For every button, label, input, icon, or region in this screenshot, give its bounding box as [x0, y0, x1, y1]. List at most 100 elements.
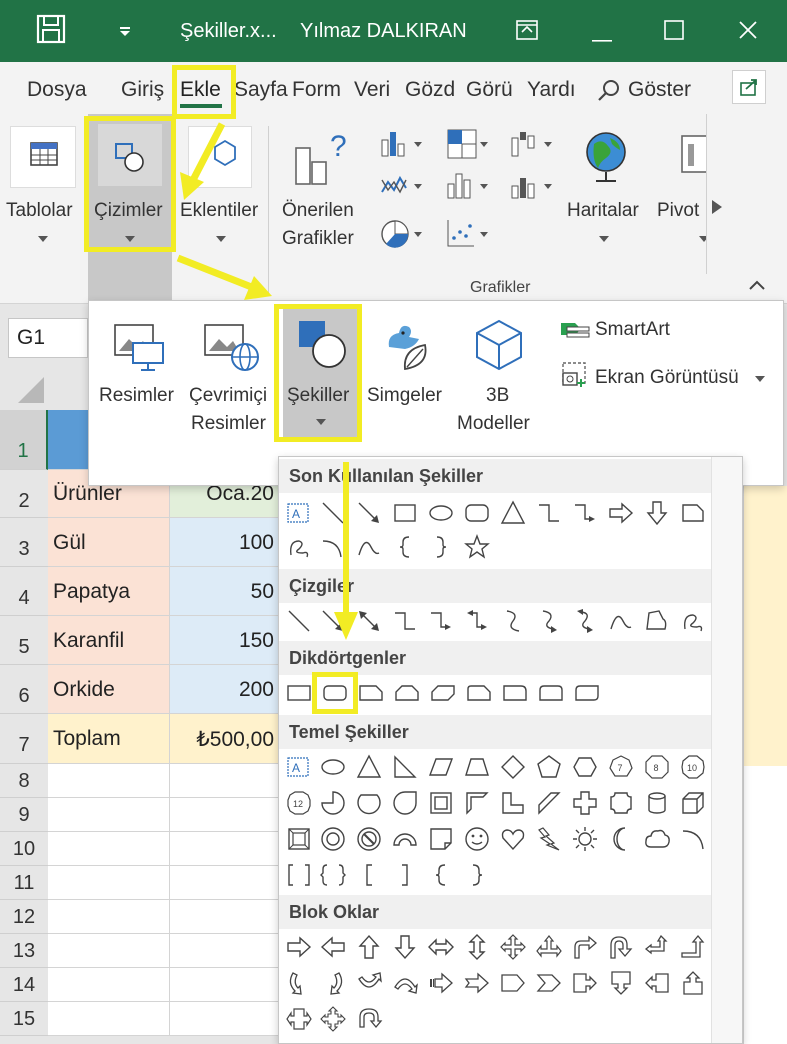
arrow-striped-right[interactable]	[427, 969, 455, 997]
row-header-9[interactable]: 9	[0, 798, 48, 832]
cell-empty[interactable]	[48, 764, 170, 798]
gallery-scrollbar[interactable]	[711, 457, 742, 1043]
arrow-bent-up[interactable]	[679, 933, 707, 961]
shape-arc[interactable]	[319, 533, 347, 561]
cevrimici-label-2[interactable]: Resimler	[191, 413, 266, 435]
arrow-callout-down[interactable]	[607, 969, 635, 997]
basic-trapezoid[interactable]	[463, 753, 491, 781]
basic-moon-icon[interactable]	[607, 825, 635, 853]
rect-snip-diagonal[interactable]	[429, 679, 457, 707]
basic-textbox[interactable]: A	[285, 753, 313, 781]
shape-snip-rect[interactable]	[679, 499, 707, 527]
basic-right-bracket[interactable]	[391, 861, 419, 889]
shape-curve[interactable]	[355, 533, 383, 561]
eklentiler-button[interactable]	[188, 126, 252, 188]
tab-dosya[interactable]: Dosya	[27, 78, 87, 102]
ekran-label[interactable]: Ekran Görüntüsü	[595, 367, 739, 389]
cell-empty[interactable]	[48, 934, 170, 968]
basic-oval[interactable]	[319, 753, 347, 781]
line-elbow[interactable]	[391, 607, 419, 635]
simgeler-label[interactable]: Simgeler	[367, 385, 442, 407]
rect-snip-same[interactable]	[393, 679, 421, 707]
rect-round-diagonal[interactable]	[573, 679, 601, 707]
arrow-left-right[interactable]	[427, 933, 455, 961]
waterfall-chart-icon[interactable]	[510, 128, 556, 165]
arrow-callout-left-right[interactable]	[285, 1005, 313, 1033]
cell-a5[interactable]: Karanfil	[48, 616, 170, 665]
basic-plaque[interactable]	[607, 789, 635, 817]
line-elbow-arrow[interactable]	[427, 607, 455, 635]
arrow-callout-right[interactable]	[571, 969, 599, 997]
statistic-chart-icon[interactable]	[446, 170, 492, 207]
cell-column-right-empty[interactable]	[743, 766, 787, 1044]
basic-pie[interactable]	[319, 789, 347, 817]
rect-snip-one[interactable]	[357, 679, 385, 707]
row-header-2[interactable]: 2	[0, 470, 48, 518]
3d-models-icon[interactable]	[471, 317, 527, 378]
basic-cloud-icon[interactable]	[643, 825, 671, 853]
column-chart-icon[interactable]	[380, 128, 426, 165]
arrow-left-up[interactable]	[643, 933, 671, 961]
basic-hexagon[interactable]	[571, 753, 599, 781]
cell-empty[interactable]	[48, 832, 170, 866]
basic-chord[interactable]	[355, 789, 383, 817]
line-curved[interactable]	[499, 607, 527, 635]
basic-left-brace[interactable]	[427, 861, 455, 889]
shape-left-brace[interactable]	[391, 533, 419, 561]
cell-a3[interactable]: Gül	[48, 518, 170, 567]
shape-arrow-line[interactable]	[355, 499, 383, 527]
cell-empty[interactable]	[170, 866, 280, 900]
cell-empty[interactable]	[48, 866, 170, 900]
pivot-chart-button[interactable]	[678, 126, 709, 188]
combo-chart-icon[interactable]	[510, 170, 556, 207]
basic-double-bracket[interactable]	[285, 861, 313, 889]
shape-triangle[interactable]	[499, 499, 527, 527]
basic-heart-icon[interactable]	[499, 825, 527, 853]
row-header-8[interactable]: 8	[0, 764, 48, 798]
arrow-callout-up[interactable]	[679, 969, 707, 997]
line-curved-double-arrow[interactable]	[571, 607, 599, 635]
arrow-up[interactable]	[355, 933, 383, 961]
basic-right-brace[interactable]	[463, 861, 491, 889]
shape-line[interactable]	[319, 499, 347, 527]
haritalar-dropdown-icon[interactable]	[599, 236, 609, 242]
basic-teardrop[interactable]	[391, 789, 419, 817]
cell-a7[interactable]: Toplam	[48, 714, 170, 764]
line-curved-arrow[interactable]	[535, 607, 563, 635]
basic-double-brace[interactable]	[319, 861, 347, 889]
cell-empty[interactable]	[170, 764, 280, 798]
shape-right-arrow[interactable]	[607, 499, 635, 527]
shape-oval[interactable]	[427, 499, 455, 527]
basic-block-arc[interactable]	[391, 825, 419, 853]
cell-a4[interactable]: Papatya	[48, 567, 170, 616]
search-icon[interactable]	[596, 78, 622, 109]
row-header-5[interactable]: 5	[0, 616, 48, 665]
quick-access-dropdown-icon[interactable]	[118, 24, 132, 42]
cell-column-right[interactable]	[743, 486, 787, 766]
smartart-label[interactable]: SmartArt	[595, 319, 670, 341]
arrow-curved-down[interactable]	[391, 969, 419, 997]
row-header-3[interactable]: 3	[0, 518, 48, 567]
cell-empty[interactable]	[170, 1002, 280, 1036]
row-header-1[interactable]: 1	[0, 410, 48, 470]
tablolar-button[interactable]	[10, 126, 76, 188]
save-icon[interactable]	[36, 14, 66, 49]
screenshot-icon[interactable]	[559, 359, 589, 394]
arrow-u-turn[interactable]	[607, 933, 635, 961]
row-header-12[interactable]: 12	[0, 900, 48, 934]
basic-diagonal-stripe[interactable]	[535, 789, 563, 817]
row-header-11[interactable]: 11	[0, 866, 48, 900]
arrow-callout-quad[interactable]	[319, 1005, 347, 1033]
arrow-quad[interactable]	[499, 933, 527, 961]
rect-snip-round[interactable]	[465, 679, 493, 707]
row-header-6[interactable]: 6	[0, 665, 48, 714]
arrow-up-down[interactable]	[463, 933, 491, 961]
shape-rectangle[interactable]	[391, 499, 419, 527]
basic-triangle[interactable]	[355, 753, 383, 781]
basic-frame[interactable]	[427, 789, 455, 817]
basic-can[interactable]	[643, 789, 671, 817]
tab-form[interactable]: Form	[292, 78, 341, 102]
basic-right-triangle[interactable]	[391, 753, 419, 781]
shape-rounded-rect[interactable]	[463, 499, 491, 527]
3b-label[interactable]: 3B	[486, 385, 509, 407]
